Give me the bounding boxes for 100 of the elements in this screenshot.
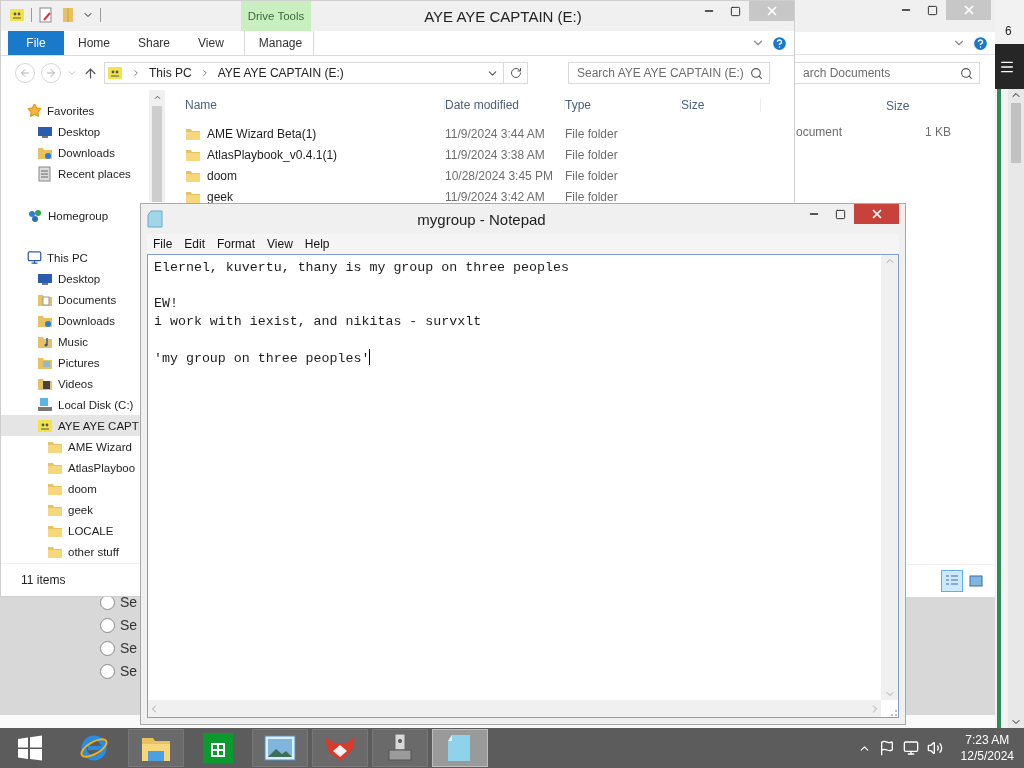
column-header[interactable]: Date modified (445, 98, 565, 112)
taskbar-button[interactable] (252, 729, 308, 767)
radio-button[interactable] (100, 640, 115, 656)
file-type: File folder (565, 147, 619, 162)
maximize-icon (835, 208, 846, 220)
nav-item[interactable]: AME Wizard (1, 436, 136, 457)
help-icon[interactable] (972, 34, 989, 52)
search-icon (960, 66, 973, 80)
maximize-icon (927, 4, 938, 16)
nav-item[interactable]: Music (1, 331, 93, 352)
nav-item[interactable]: Favorites (1, 100, 99, 121)
file-type: File folder (565, 168, 619, 183)
radio-label: Se (120, 663, 138, 679)
flag-icon[interactable] (878, 740, 895, 756)
radio-label: Se (120, 617, 138, 633)
photo-viewer-icon (264, 735, 296, 761)
radio-label: Se (120, 640, 138, 656)
network-icon[interactable] (902, 740, 919, 756)
column-header[interactable]: Size (886, 99, 910, 113)
computer-icon (27, 250, 42, 265)
date-modified: 11/9/2024 3:44 AM (445, 126, 546, 141)
search-icon (750, 66, 763, 80)
date-modified: 11/9/2024 3:38 AM (445, 147, 546, 162)
ribbon-tab[interactable]: File (8, 31, 64, 55)
nav-item[interactable]: Videos (1, 373, 97, 394)
breadcrumb-item[interactable]: This PC (149, 66, 192, 80)
star-icon (27, 103, 42, 118)
column-header[interactable]: Size (681, 98, 761, 112)
clock[interactable]: 7:23 AM 12/5/2024 (960, 732, 1014, 764)
nav-item[interactable]: other stuff (1, 541, 123, 562)
menu-item[interactable]: Format (211, 237, 262, 251)
window-title: mygroup - Notepad (416, 210, 547, 228)
nav-item[interactable]: Desktop (1, 268, 105, 289)
file-name[interactable]: doom (207, 168, 238, 183)
drive-icon (107, 65, 123, 81)
breadcrumb-separator-icon (131, 68, 141, 78)
menu-item[interactable]: File (147, 237, 179, 251)
properties-icon[interactable] (38, 7, 54, 23)
homegroup-icon (27, 207, 43, 224)
column-header[interactable]: Name (185, 98, 445, 112)
file-size: 1 KB (925, 124, 951, 139)
refresh-icon (509, 67, 522, 79)
nav-item[interactable]: Recent places (1, 163, 135, 184)
utility-icon (385, 732, 415, 764)
store-icon (203, 733, 233, 763)
up-button[interactable] (83, 65, 98, 81)
nav-item[interactable]: Documents (1, 289, 121, 310)
taskbar-button[interactable] (312, 729, 368, 767)
radio-button[interactable] (100, 617, 115, 633)
nav-item[interactable]: geek (1, 499, 97, 520)
nav-item[interactable]: AYE AYE CAPT (1, 415, 143, 436)
nav-item[interactable]: Homegroup (1, 205, 113, 226)
new-folder-icon[interactable] (60, 7, 76, 23)
menu-item[interactable]: Help (298, 237, 336, 251)
address-bar[interactable]: This PC AYE AYE CAPTAIN (E:) (104, 62, 528, 84)
maximize-icon (730, 5, 741, 17)
drive-icon (9, 7, 25, 23)
nav-item[interactable]: Downloads (1, 310, 119, 331)
search-field[interactable]: arch Documents (794, 62, 980, 84)
file-name[interactable]: AtlasPlaybook_v0.4.1(1) (207, 147, 338, 162)
thumbnail-icon (968, 573, 984, 589)
ribbon-tab[interactable]: Manage (243, 31, 314, 55)
date-modified: 10/28/2024 3:45 PM (445, 168, 555, 183)
details-view-button[interactable] (941, 570, 963, 592)
item-count: 11 items (21, 573, 66, 587)
nav-item[interactable]: AtlasPlayboo (1, 457, 140, 478)
window-text: 6 (1004, 23, 1012, 40)
window-title: AYE AYE CAPTAIN (E:) (423, 7, 583, 25)
file-name[interactable]: geek (207, 189, 234, 204)
nav-item[interactable]: LOCALE (1, 520, 118, 541)
nav-item[interactable]: Downloads (1, 142, 119, 163)
nav-item[interactable]: doom (1, 478, 101, 499)
taskbar-button[interactable] (372, 729, 428, 767)
file-type: File folder (565, 126, 619, 141)
windows-logo-icon (17, 735, 43, 761)
disk-icon (37, 396, 53, 413)
nav-item[interactable]: Local Disk (C:) (1, 394, 138, 415)
file-type: File folder (565, 189, 619, 204)
ribbon-tab[interactable]: Home (64, 31, 124, 55)
menu-item[interactable]: View (261, 237, 299, 251)
radio-button[interactable] (100, 663, 115, 679)
search-field[interactable]: Search AYE AYE CAPTAIN (E:) (568, 62, 770, 84)
nav-item[interactable]: Pictures (1, 352, 104, 373)
ribbon-tab[interactable]: View (184, 31, 238, 55)
browser-icon (79, 733, 109, 763)
menu-item[interactable]: Edit (178, 237, 212, 251)
volume-icon[interactable] (926, 740, 943, 756)
resize-grip-icon[interactable] (888, 707, 898, 717)
help-icon[interactable] (771, 34, 788, 52)
drive-icon (37, 417, 53, 434)
ribbon-tab[interactable]: Share (124, 31, 185, 55)
column-header[interactable]: Type (565, 98, 681, 112)
taskbar-button[interactable] (128, 729, 184, 767)
file-name[interactable]: AME Wizard Beta(1) (207, 126, 317, 141)
recent-places-icon (37, 165, 53, 182)
file-type: ocument (796, 124, 843, 139)
nav-item[interactable]: Desktop (1, 121, 105, 142)
breadcrumb-item[interactable]: AYE AYE CAPTAIN (E:) (217, 66, 344, 80)
nav-item[interactable]: This PC (1, 247, 92, 268)
scroll-thumb[interactable] (1011, 103, 1021, 163)
